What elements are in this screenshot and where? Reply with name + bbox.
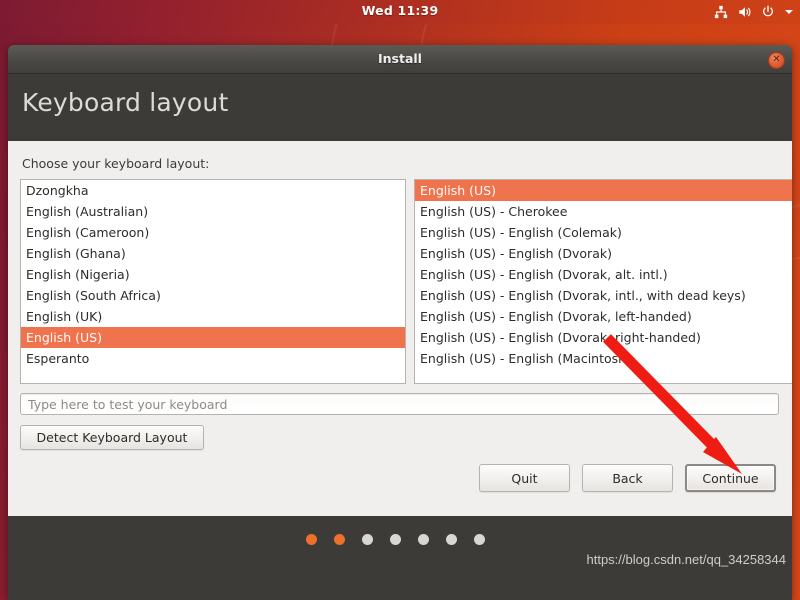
keyboard-layout-item-row[interactable]: English (Cameroon) [21, 222, 405, 243]
keyboard-variant-item-row[interactable]: English (US) - English (Colemak) [415, 222, 792, 243]
keyboard-layout-item-row[interactable]: English (US) [21, 327, 405, 348]
watermark-text: https://blog.csdn.net/qq_34258344 [586, 552, 787, 567]
detect-keyboard-layout-button[interactable]: Detect Keyboard Layout [20, 425, 204, 450]
installer-window: Install ✕ Keyboard layout Choose your ke… [8, 45, 792, 600]
progress-dots [306, 534, 485, 545]
keyboard-variant-item-row[interactable]: English (US) - Cherokee [415, 201, 792, 222]
quit-button[interactable]: Quit [479, 464, 570, 492]
keyboard-variant-item-row[interactable]: English (US) - English (Dvorak, alt. int… [415, 264, 792, 285]
power-icon[interactable] [761, 5, 775, 19]
keyboard-layout-item-row[interactable]: English (Australian) [21, 201, 405, 222]
keyboard-variant-item-row[interactable]: English (US) - English (Dvorak) [415, 243, 792, 264]
page-header-band: Keyboard layout [8, 74, 792, 141]
progress-dot [446, 534, 457, 545]
page-content: Choose your keyboard layout: Dzongkha Eng… [8, 141, 792, 516]
keyboard-layout-item-row[interactable]: English (Ghana) [21, 243, 405, 264]
keyboard-test-input[interactable] [20, 393, 779, 415]
keyboard-variant-item-row[interactable]: English (US) [415, 180, 792, 201]
unity-top-panel: Wed 11:39 [0, 0, 800, 24]
system-clock[interactable]: Wed 11:39 [0, 3, 800, 18]
progress-dot [306, 534, 317, 545]
system-tray [714, 2, 794, 22]
action-button-bar: Quit Back Continue [479, 464, 776, 492]
keyboard-variant-list[interactable]: English (US) English (US) - Cherokee Engli… [414, 179, 792, 384]
keyboard-layout-item-row[interactable]: Esperanto [21, 348, 405, 369]
progress-dot [362, 534, 373, 545]
choose-layout-label: Choose your keyboard layout: [22, 156, 210, 171]
keyboard-variant-item-row[interactable]: English (US) - English (Dvorak, left-han… [415, 306, 792, 327]
page-title: Keyboard layout [22, 88, 229, 117]
close-icon[interactable]: ✕ [768, 52, 785, 69]
keyboard-variant-item-row[interactable]: English (US) - English (Dvorak, right-ha… [415, 327, 792, 348]
progress-dot [418, 534, 429, 545]
progress-dot [474, 534, 485, 545]
window-titlebar: Install ✕ [8, 45, 792, 74]
keyboard-layout-list[interactable]: Dzongkha English (Australian) English (Cam… [20, 179, 406, 384]
page-footer: https://blog.csdn.net/qq_34258344 [8, 516, 792, 600]
keyboard-layout-item-row[interactable]: Dzongkha [21, 180, 405, 201]
keyboard-layout-item-row[interactable]: English (UK) [21, 306, 405, 327]
volume-icon[interactable] [737, 5, 752, 19]
window-title: Install [378, 51, 422, 66]
back-button[interactable]: Back [582, 464, 673, 492]
chevron-down-icon[interactable] [784, 8, 794, 16]
progress-dot [334, 534, 345, 545]
keyboard-layout-item-row[interactable]: English (Nigeria) [21, 264, 405, 285]
progress-dot [390, 534, 401, 545]
continue-button[interactable]: Continue [685, 464, 776, 492]
keyboard-variant-item-row[interactable]: English (US) - English (Dvorak, intl., w… [415, 285, 792, 306]
network-icon[interactable] [714, 5, 728, 19]
keyboard-variant-item-row[interactable]: English (US) - English (Macintosh) [415, 348, 792, 369]
desktop-screen: Wed 11:39 Install ✕ Keyboard layout Choo… [0, 0, 800, 600]
keyboard-layout-item-row[interactable]: English (South Africa) [21, 285, 405, 306]
